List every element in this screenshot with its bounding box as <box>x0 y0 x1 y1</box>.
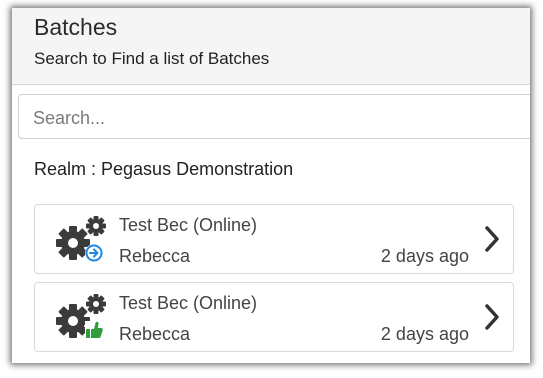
batch-gears-icon <box>53 215 111 265</box>
batch-list-item[interactable]: Test Bec (Online) Rebecca 2 days ago <box>34 282 514 352</box>
batch-list-item[interactable]: Test Bec (Online) Rebecca 2 days ago <box>34 204 514 274</box>
batch-name: Test Bec (Online) <box>119 293 258 313</box>
batches-panel: Batches Search to Find a list of Batches… <box>12 8 530 363</box>
arrow-right-circle-icon <box>85 244 103 262</box>
realm-label: Realm : Pegasus Demonstration <box>34 159 294 179</box>
search-input[interactable] <box>31 103 515 133</box>
thumbs-up-icon <box>85 321 103 340</box>
batch-gears-icon <box>53 293 111 343</box>
batch-time: 2 days ago <box>380 324 469 344</box>
chevron-right-icon[interactable] <box>483 303 501 331</box>
batch-user: Rebecca <box>119 246 191 266</box>
search-box[interactable] <box>18 94 530 139</box>
batch-user: Rebecca <box>119 324 191 344</box>
page-title: Batches <box>34 14 118 40</box>
batch-name: Test Bec (Online) <box>119 215 258 235</box>
chevron-right-icon[interactable] <box>483 225 501 253</box>
batch-time: 2 days ago <box>380 246 469 266</box>
panel-header: Batches Search to Find a list of Batches <box>12 8 530 85</box>
page-subtitle: Search to Find a list of Batches <box>34 49 270 68</box>
